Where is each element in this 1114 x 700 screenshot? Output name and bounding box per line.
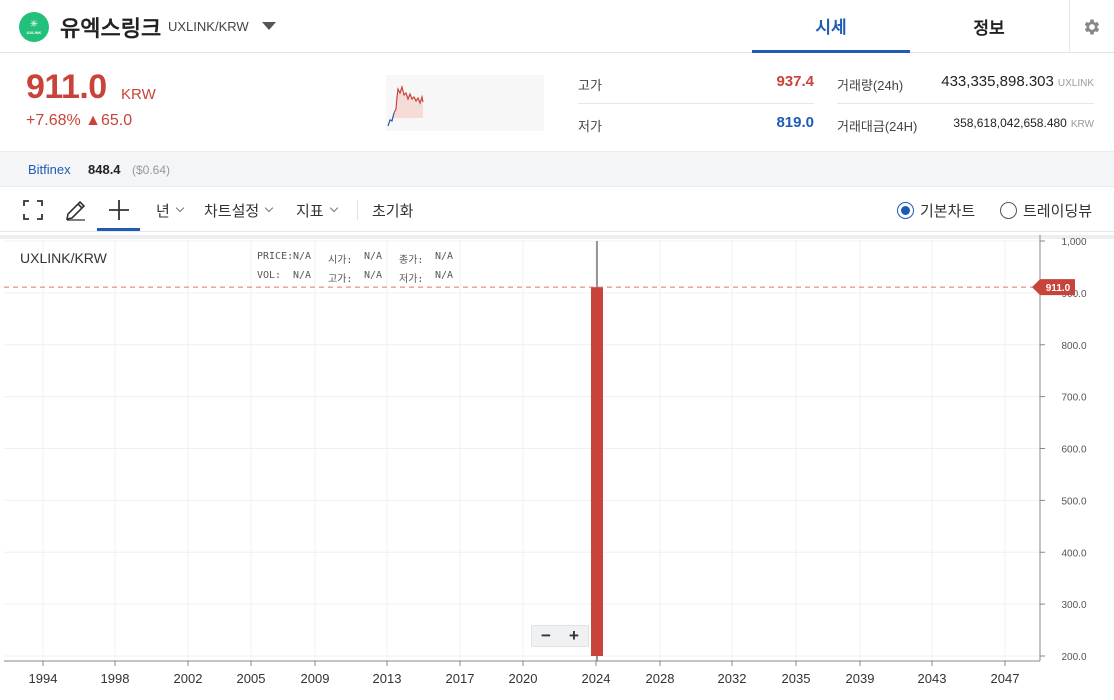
period-label: 년 bbox=[156, 202, 170, 220]
change-amount: ▲65.0 bbox=[85, 112, 133, 129]
indicators-label: 지표 bbox=[296, 202, 324, 220]
low-label: 저가 bbox=[578, 119, 602, 134]
exchange-usd-price: ($0.64) bbox=[132, 163, 171, 177]
ohlc-vol-label: VOL: bbox=[257, 270, 282, 281]
coin-name: 유엑스링크 bbox=[60, 16, 162, 41]
radio-unchecked-icon bbox=[1000, 202, 1017, 219]
uxlink-logo: ✳ UXLINK bbox=[19, 12, 49, 42]
ohlc-open-value: N/A bbox=[364, 251, 383, 262]
high-value: 937.4 bbox=[776, 73, 814, 90]
pencil-icon[interactable] bbox=[64, 198, 88, 222]
chart-settings-dropdown[interactable]: 차트설정 bbox=[204, 198, 274, 222]
tab-price[interactable]: 시세 bbox=[752, 0, 910, 53]
zoom-out-button[interactable]: − bbox=[532, 626, 560, 646]
radio-basic-label: 기본차트 bbox=[920, 203, 976, 220]
ohlc-low-label: 저가: bbox=[399, 274, 424, 285]
chart-settings-label: 차트설정 bbox=[204, 202, 260, 220]
exchange-bar: Bitfinex 848.4 ($0.64) bbox=[0, 151, 1114, 187]
ohlc-high-value: N/A bbox=[364, 270, 383, 281]
coin-dropdown-caret-icon[interactable] bbox=[262, 22, 276, 30]
fullscreen-icon[interactable] bbox=[22, 198, 44, 222]
period-dropdown[interactable]: 년 bbox=[156, 198, 185, 222]
turnover-label: 거래대금(24H) bbox=[837, 119, 918, 134]
logo-symbol: ✳ bbox=[29, 18, 39, 30]
high-label: 고가 bbox=[578, 78, 602, 93]
active-tool-indicator bbox=[97, 228, 140, 231]
ohlc-price-label: PRICE: bbox=[257, 251, 294, 262]
gear-icon[interactable] bbox=[1069, 0, 1114, 53]
radio-tradingview-label: 트레이딩뷰 bbox=[1023, 203, 1093, 220]
tab-info[interactable]: 정보 bbox=[910, 0, 1068, 53]
toolbar-divider bbox=[357, 200, 358, 220]
ohlc-close-value: N/A bbox=[435, 251, 454, 262]
turnover-value: 358,618,042,658.480 KRW bbox=[953, 116, 1094, 130]
mini-sparkline bbox=[386, 75, 544, 131]
ohlc-price-value: N/A bbox=[293, 251, 312, 262]
ohlc-high-label: 고가: bbox=[328, 274, 353, 285]
volume-value: 433,335,898.303 UXLINK bbox=[941, 73, 1094, 90]
ohlc-vol-value: N/A bbox=[293, 270, 312, 281]
volume-unit: UXLINK bbox=[1057, 78, 1094, 89]
crosshair-icon[interactable] bbox=[108, 198, 130, 222]
current-price: 911.0 bbox=[26, 68, 107, 106]
ohlc-open-label: 시가: bbox=[328, 255, 353, 266]
turnover-number: 358,618,042,658.480 bbox=[953, 116, 1067, 130]
radio-checked-icon bbox=[897, 202, 914, 219]
exchange-price: 848.4 bbox=[88, 162, 121, 177]
radio-tradingview[interactable]: 트레이딩뷰 bbox=[1000, 200, 1092, 221]
ohlc-close-label: 종가: bbox=[399, 255, 424, 266]
divider bbox=[837, 103, 1094, 104]
zoom-controls: − + bbox=[531, 625, 589, 647]
logo-text: UXLINK bbox=[26, 29, 42, 35]
chevron-down-icon bbox=[329, 203, 338, 213]
low-value: 819.0 bbox=[776, 114, 814, 131]
price-change: +7.68% ▲65.0 bbox=[26, 112, 132, 130]
change-percent: +7.68% bbox=[26, 112, 81, 129]
chevron-down-icon bbox=[175, 203, 185, 213]
header: ✳ UXLINK 유엑스링크 UXLINK/KRW 시세 정보 bbox=[0, 0, 1114, 53]
exchange-name[interactable]: Bitfinex bbox=[28, 162, 71, 177]
chart-title: UXLINK/KRW bbox=[20, 250, 107, 266]
divider bbox=[578, 103, 814, 104]
radio-basic-chart[interactable]: 기본차트 bbox=[897, 200, 975, 221]
price-summary: 911.0 KRW +7.68% ▲65.0 고가 937.4 저가 819.0… bbox=[0, 54, 1114, 150]
ohlc-low-value: N/A bbox=[435, 270, 454, 281]
indicators-dropdown[interactable]: 지표 bbox=[296, 198, 338, 222]
chevron-down-icon bbox=[264, 203, 274, 213]
price-unit: KRW bbox=[121, 86, 156, 103]
volume-number: 433,335,898.303 bbox=[941, 73, 1054, 90]
chart-toolbar: 년 차트설정 지표 초기화 기본차트 트레이딩뷰 bbox=[0, 188, 1114, 232]
pair-label: UXLINK/KRW bbox=[168, 19, 249, 34]
volume-label: 거래량(24h) bbox=[837, 78, 904, 93]
reset-button[interactable]: 초기화 bbox=[372, 198, 413, 222]
turnover-unit: KRW bbox=[1070, 119, 1094, 130]
zoom-in-button[interactable]: + bbox=[560, 626, 588, 646]
